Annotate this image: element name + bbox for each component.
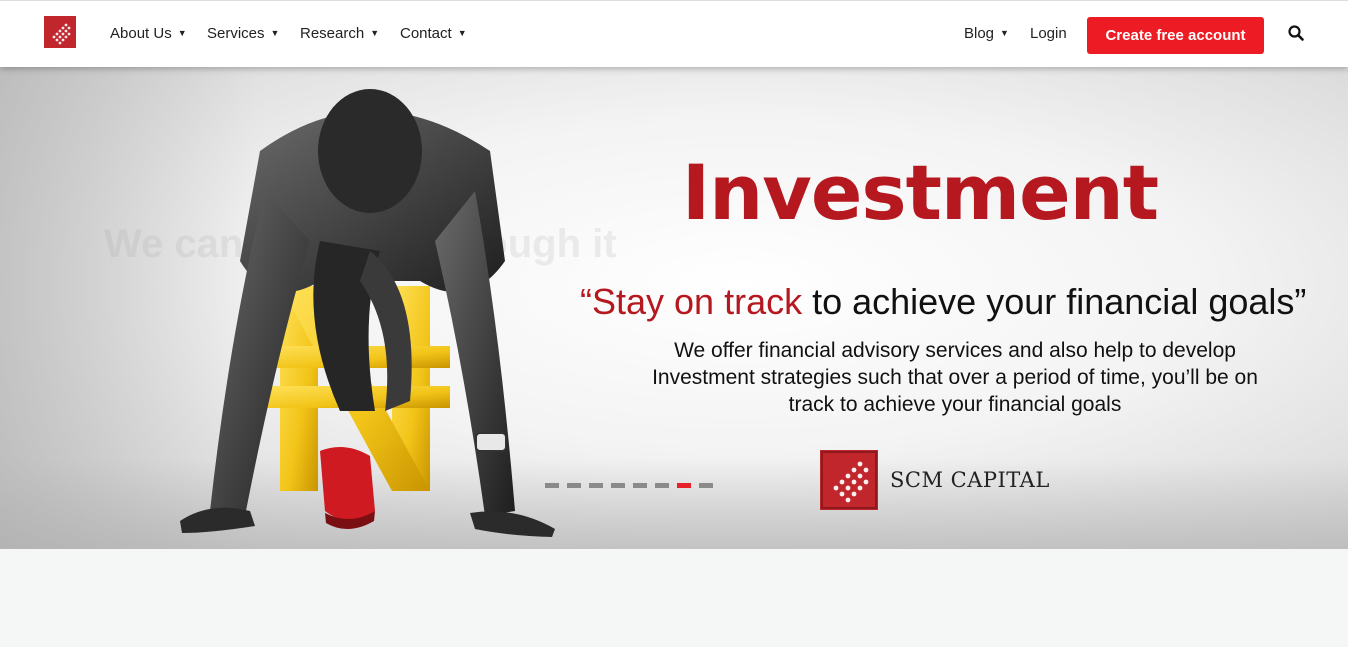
nav-item-label: Contact (400, 25, 452, 42)
search-icon[interactable] (1287, 24, 1305, 42)
nav-item-label: Services (207, 25, 265, 42)
tagline-quote-open: “ (580, 281, 592, 322)
athlete-naira-illustration (180, 89, 555, 537)
nav-item-label: Research (300, 25, 365, 42)
slider-dot[interactable] (611, 483, 625, 488)
hero-title: Investment (681, 148, 1159, 237)
top-navbar: About Us ▼ Services ▼ Research ▼ Contact… (0, 0, 1348, 67)
nav-services[interactable]: Services ▼ (207, 25, 279, 42)
hero-slider: We can help you through it (0, 67, 1348, 549)
slider-pagination (545, 483, 713, 488)
slider-dot-active[interactable] (677, 483, 691, 488)
slider-dot[interactable] (633, 483, 647, 488)
hero-tagline: “Stay on track to achieve your financial… (580, 281, 1306, 323)
nav-research[interactable]: Research ▼ (300, 25, 379, 42)
slider-dot[interactable] (567, 483, 581, 488)
login-link[interactable]: Login (1030, 25, 1067, 42)
slider-dot[interactable] (589, 483, 603, 488)
caret-down-icon: ▼ (457, 28, 467, 38)
brand-name: SCM CAPITAL (890, 468, 1050, 492)
create-account-button[interactable]: Create free account (1087, 17, 1264, 54)
scm-capital-brand: SCM CAPITAL (820, 450, 1050, 510)
nav-blog[interactable]: Blog ▼ (964, 25, 1009, 42)
caret-down-icon: ▼ (370, 28, 380, 38)
caret-down-icon: ▼ (1000, 28, 1009, 38)
nav-item-label: Blog (964, 25, 995, 42)
nav-about-us[interactable]: About Us ▼ (110, 25, 187, 42)
caret-down-icon: ▼ (177, 28, 187, 38)
slider-dot[interactable] (545, 483, 559, 488)
nav-item-label: About Us (110, 25, 172, 42)
nav-contact[interactable]: Contact ▼ (400, 25, 467, 42)
globe-icon (820, 450, 878, 510)
tagline-accent: Stay on track (592, 281, 803, 322)
hero-description: We offer financial advisory services and… (652, 339, 1258, 416)
scm-logo[interactable] (44, 16, 76, 48)
caret-down-icon: ▼ (270, 28, 280, 38)
tagline-rest: to achieve your financial goals” (802, 281, 1307, 322)
slider-dot[interactable] (699, 483, 713, 488)
globe-icon (44, 16, 76, 48)
slider-dot[interactable] (655, 483, 669, 488)
